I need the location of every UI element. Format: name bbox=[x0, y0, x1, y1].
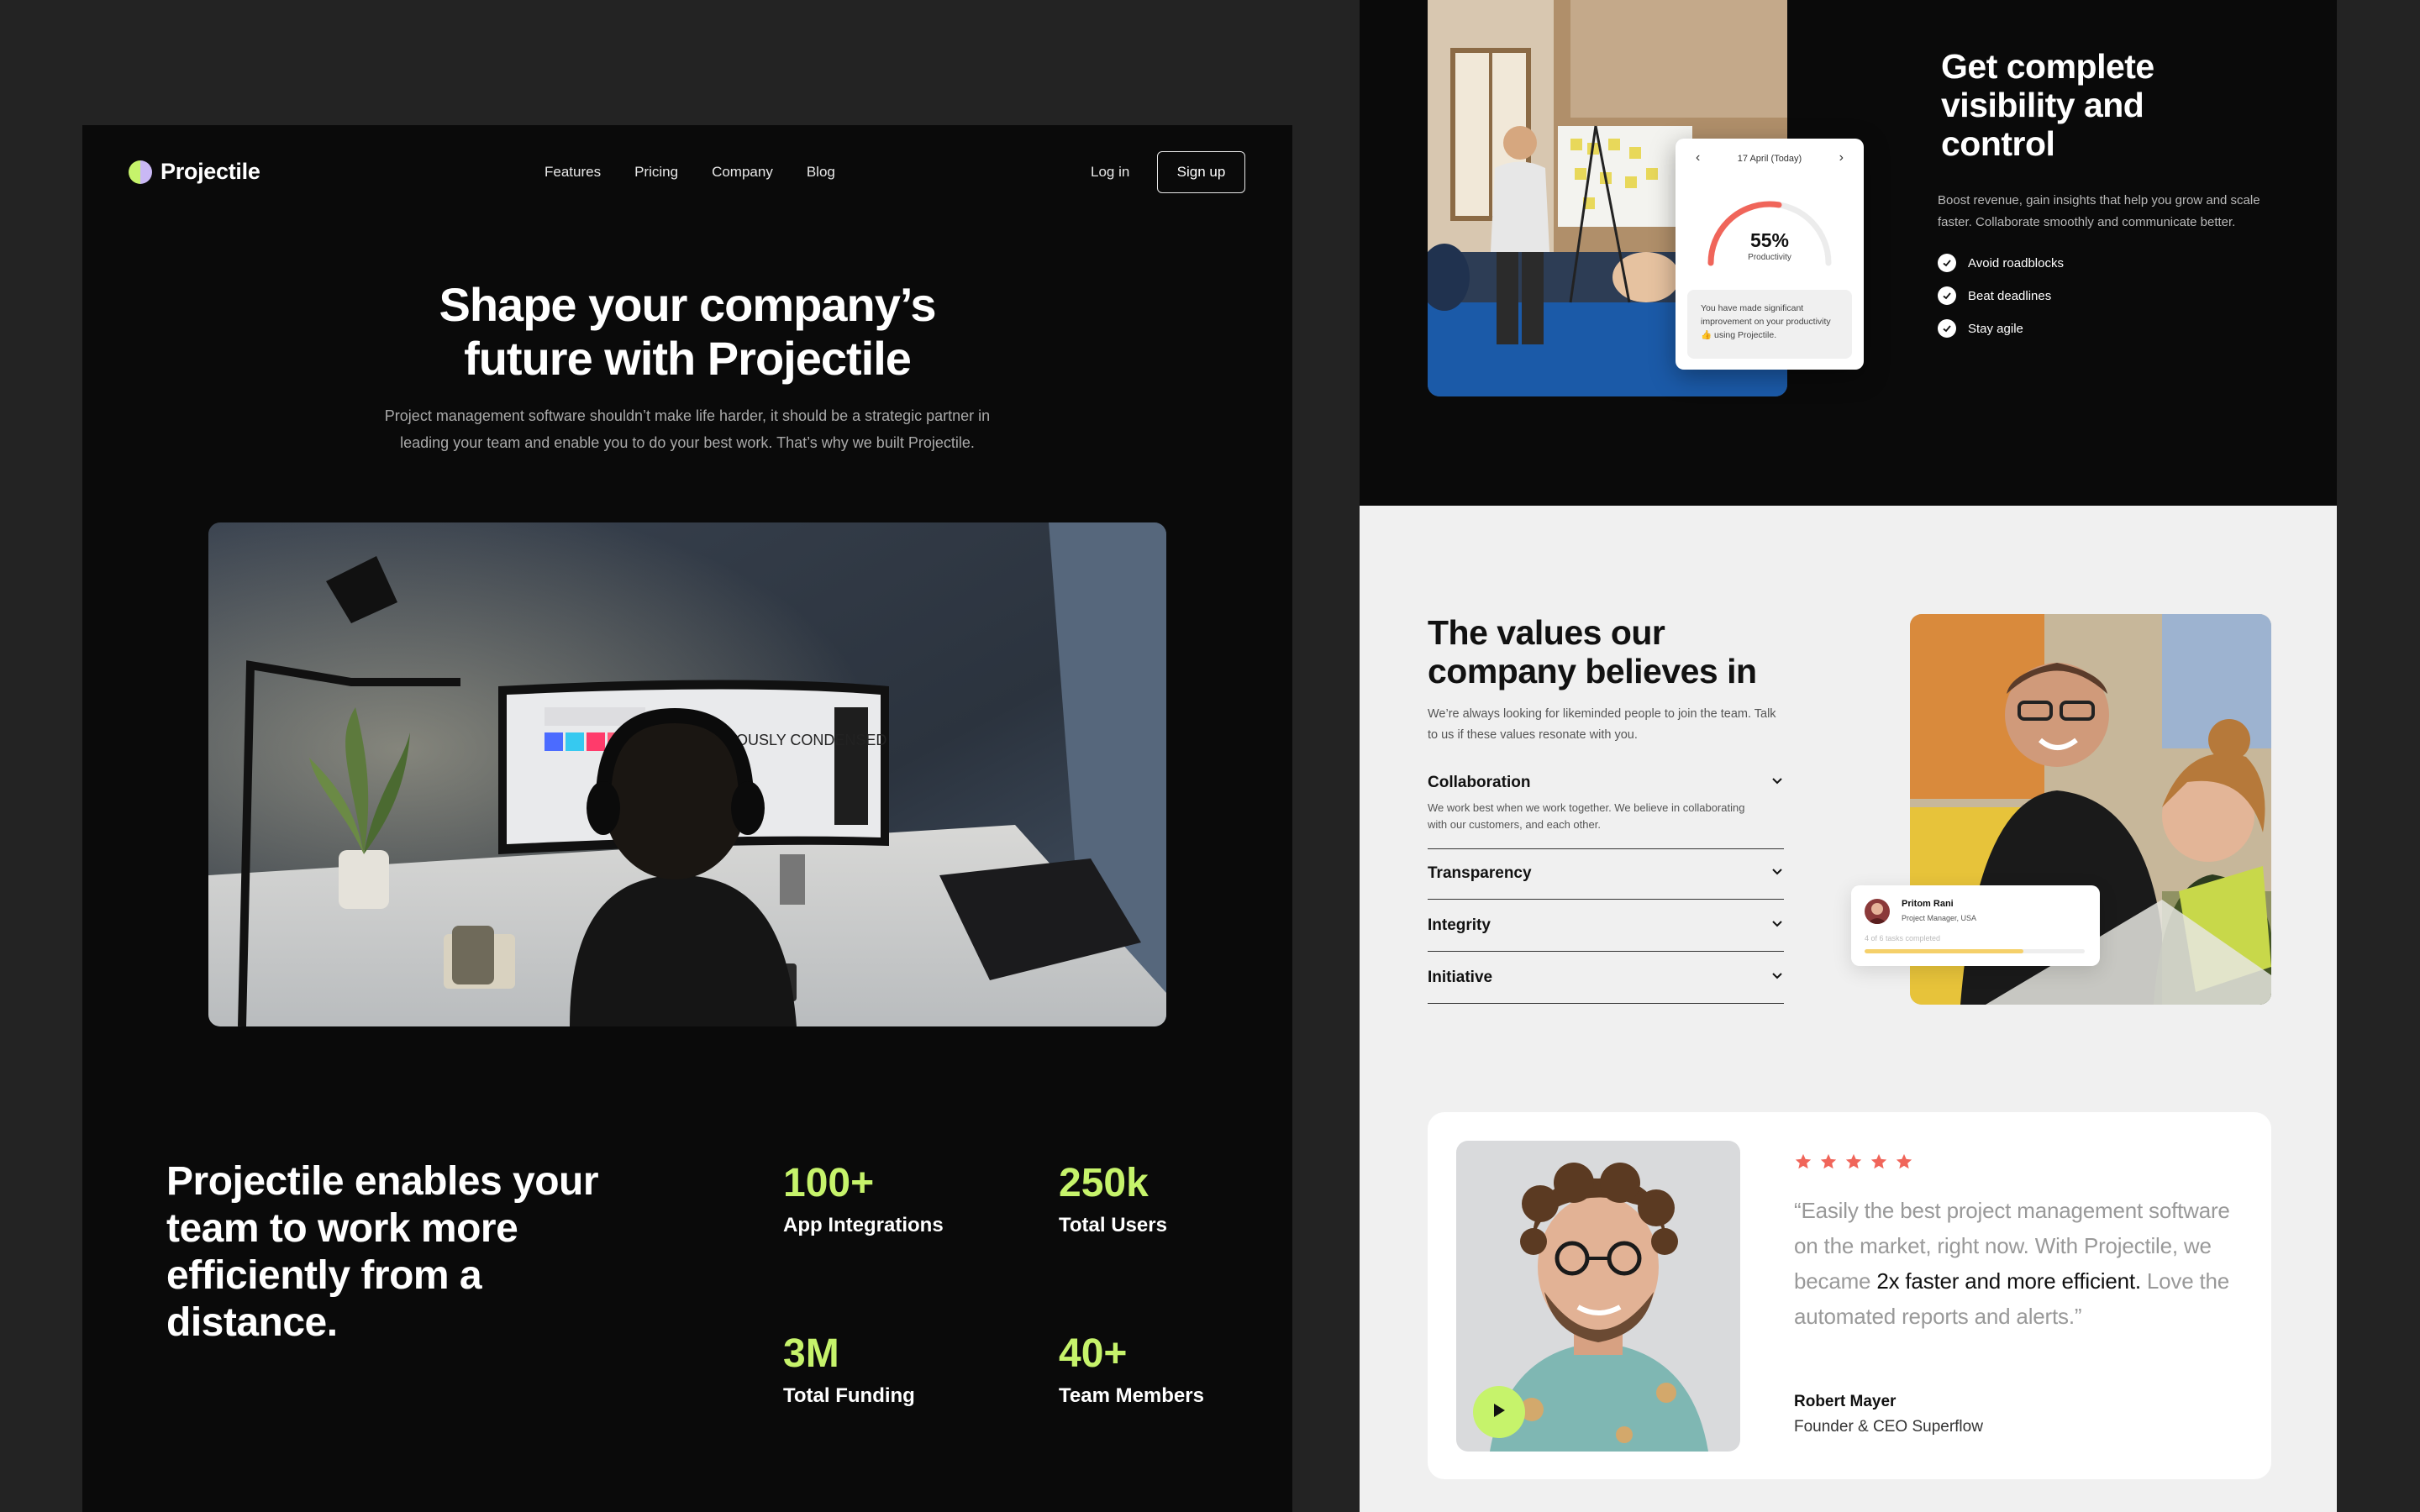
check-item: Stay agile bbox=[1938, 319, 2023, 338]
nav-link-company[interactable]: Company bbox=[712, 164, 773, 181]
stat-label: Team Members bbox=[1059, 1384, 1204, 1407]
play-icon bbox=[1491, 1402, 1507, 1423]
nav-link-pricing[interactable]: Pricing bbox=[634, 164, 678, 181]
accordion-title: Transparency bbox=[1428, 864, 1532, 882]
hero-subtitle-line1: Project management software shouldn’t ma… bbox=[384, 407, 991, 424]
testimonial-author-role: Founder & CEO Superflow bbox=[1794, 1418, 1983, 1436]
stat-value: 100+ bbox=[783, 1161, 875, 1205]
brand-logo[interactable]: Projectile bbox=[129, 159, 260, 185]
accordion-header[interactable]: Transparency bbox=[1428, 848, 1784, 899]
values-title: The values our company believes in bbox=[1428, 613, 1757, 690]
accordion-title: Integrity bbox=[1428, 916, 1491, 934]
person-name: Pritom Rani bbox=[1902, 899, 1954, 909]
accordion-transparency[interactable]: Transparency bbox=[1428, 848, 1784, 900]
check-circle-icon bbox=[1938, 319, 1956, 338]
productivity-card: ‹ 17 April (Today) › 55% Productivity Yo… bbox=[1676, 139, 1864, 370]
login-link[interactable]: Log in bbox=[1091, 164, 1129, 181]
logo-mark-icon bbox=[129, 160, 152, 184]
star-icon bbox=[1794, 1152, 1812, 1175]
nav-link-features[interactable]: Features bbox=[544, 164, 601, 181]
visibility-subtitle: Boost revenue, gain insights that help y… bbox=[1938, 193, 2260, 229]
check-circle-icon bbox=[1938, 286, 1956, 305]
chevron-down-icon bbox=[1770, 916, 1784, 935]
hero-workspace-image: OBVIOUSLY CONDENSED bbox=[208, 522, 1166, 1026]
chevron-down-icon bbox=[1770, 864, 1784, 883]
stat-value: 250k bbox=[1059, 1161, 1149, 1205]
chevron-down-icon bbox=[1770, 969, 1784, 987]
stat-value: 40+ bbox=[1059, 1331, 1128, 1376]
accordion-title: Collaboration bbox=[1428, 774, 1531, 791]
values-subtitle: We’re always looking for likeminded peop… bbox=[1428, 707, 1776, 742]
check-item: Beat deadlines bbox=[1938, 286, 2051, 305]
accordion-header[interactable]: Integrity bbox=[1428, 900, 1784, 951]
visibility-section: ‹ 17 April (Today) › 55% Productivity Yo… bbox=[1360, 0, 2337, 506]
rating-stars bbox=[1794, 1152, 1913, 1175]
check-label: Avoid roadblocks bbox=[1968, 255, 2064, 270]
progress-bar-fill bbox=[1865, 949, 2023, 953]
star-icon bbox=[1844, 1152, 1863, 1175]
person-role: Project Manager, USA bbox=[1902, 914, 1977, 922]
top-nav: Projectile Features Pricing Company Blog… bbox=[82, 125, 1292, 219]
productivity-label: Productivity bbox=[1748, 253, 1791, 262]
accordion-integrity[interactable]: Integrity bbox=[1428, 900, 1784, 952]
accordion-body: We work best when we work together. We b… bbox=[1428, 801, 1745, 831]
visibility-title: Get complete visibility and control bbox=[1941, 47, 2154, 163]
accordion-initiative[interactable]: Initiative bbox=[1428, 953, 1784, 1004]
star-icon bbox=[1895, 1152, 1913, 1175]
hero-title-line2: future with Projectile bbox=[464, 332, 912, 385]
hero-subtitle: Project management software shouldn’t ma… bbox=[351, 402, 1023, 456]
check-label: Stay agile bbox=[1968, 321, 2023, 336]
accordion-collaboration[interactable]: Collaboration We work best when we work … bbox=[1428, 758, 1784, 849]
enable-headline: Projectile enables your team to work mor… bbox=[166, 1159, 599, 1345]
testimonial-card: “Easily the best project management soft… bbox=[1428, 1112, 2271, 1479]
check-item: Avoid roadblocks bbox=[1938, 254, 2064, 272]
person-tasks: 4 of 6 tasks completed bbox=[1865, 934, 1941, 942]
productivity-message: You have made significant improvement on… bbox=[1687, 290, 1852, 359]
stat-label: Total Users bbox=[1059, 1214, 1167, 1236]
avatar bbox=[1865, 899, 1890, 924]
accordion-title: Initiative bbox=[1428, 969, 1493, 986]
stat-label: Total Funding bbox=[783, 1384, 915, 1407]
testimonial-quote: “Easily the best project management soft… bbox=[1794, 1193, 2231, 1334]
testimonial-photo bbox=[1456, 1141, 1740, 1452]
star-icon bbox=[1819, 1152, 1838, 1175]
chevron-down-icon bbox=[1770, 774, 1784, 792]
nav-link-blog[interactable]: Blog bbox=[807, 164, 835, 181]
testimonial-author: Robert Mayer bbox=[1794, 1393, 1897, 1410]
stat-label: App Integrations bbox=[783, 1214, 944, 1236]
hero-title: Shape your company’s future with Project… bbox=[82, 278, 1292, 386]
brand-name: Projectile bbox=[160, 159, 260, 184]
hero-subtitle-line2: leading your team and enable you to do y… bbox=[400, 434, 975, 451]
quote-highlight: 2x faster and more efficient. bbox=[1876, 1268, 2141, 1294]
nav-links: Features Pricing Company Blog bbox=[544, 164, 835, 181]
accordion-header[interactable]: Initiative bbox=[1428, 953, 1784, 1003]
check-circle-icon bbox=[1938, 254, 1956, 272]
person-progress-card: Pritom Rani Project Manager, USA 4 of 6 … bbox=[1851, 885, 2100, 966]
stat-team-members: 40+ Team Members bbox=[1059, 1331, 1204, 1408]
stat-total-users: 250k Total Users bbox=[1059, 1160, 1167, 1237]
productivity-percent: 55% bbox=[1749, 229, 1790, 251]
signup-button[interactable]: Sign up bbox=[1157, 151, 1245, 193]
landing-hero-panel: Projectile Features Pricing Company Blog… bbox=[82, 125, 1292, 1512]
stat-value: 3M bbox=[783, 1331, 839, 1376]
stat-app-integrations: 100+ App Integrations bbox=[783, 1160, 944, 1237]
check-label: Beat deadlines bbox=[1968, 288, 2052, 303]
hero-title-line1: Shape your company’s bbox=[439, 278, 937, 331]
play-video-button[interactable] bbox=[1473, 1386, 1525, 1438]
values-section: The values our company believes in We’re… bbox=[1360, 506, 2337, 1512]
star-icon bbox=[1870, 1152, 1888, 1175]
progress-bar bbox=[1865, 949, 2085, 953]
stat-total-funding: 3M Total Funding bbox=[783, 1331, 915, 1408]
